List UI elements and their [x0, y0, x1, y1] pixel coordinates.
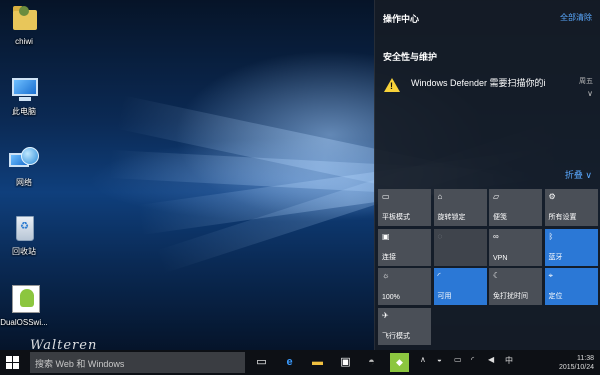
tile-label: VPN [493, 254, 508, 262]
search-placeholder: 搜索 Web 和 Windows [35, 359, 125, 369]
quick-action-tile[interactable]: ∞ VPN [489, 228, 542, 266]
chevron-up-icon[interactable]: ∧ [420, 355, 426, 364]
tile-label: 可用 [437, 293, 452, 300]
quick-action-tile[interactable]: ⚙ 所有设置 [544, 189, 598, 226]
quick-action-tile[interactable]: ⌖ 定位 [544, 268, 598, 305]
tile-label: 定位 [548, 293, 563, 300]
airplane-icon: ✈ [382, 310, 389, 320]
notification-item[interactable]: Windows Defender 需要扫描你的i 周五 ∨ [375, 68, 600, 106]
tile-label: 蓝牙 [548, 253, 563, 261]
taskbar-search-box[interactable]: 搜索 Web 和 Windows [30, 352, 245, 373]
note-icon: ▱ [493, 192, 500, 201]
task-view-icon[interactable]: ▭ [252, 353, 271, 372]
tile-label: 所有设置 [548, 214, 577, 221]
tile-label: 便笺 [493, 214, 507, 221]
vpn-icon: ∞ [493, 231, 499, 241]
action-center-title: 操作中心 [383, 14, 420, 24]
volume-icon[interactable]: ◀ [488, 355, 494, 364]
tile-label: 100% [382, 294, 400, 301]
gear-icon: ⚙ [548, 192, 556, 201]
android-app-icon[interactable]: ◆ [390, 353, 409, 372]
notification-group-title[interactable]: 安全性与维护 [383, 50, 437, 63]
android-icon [7, 285, 41, 315]
quick-action-tile[interactable]: ☼ 100% [378, 268, 431, 305]
bluetooth-icon: ᛒ [548, 231, 554, 241]
taskbar-clock[interactable]: 11:38 2015/10/24 [559, 354, 594, 372]
network-icon [7, 145, 41, 175]
desktop-icon-label: chiwi [15, 37, 33, 46]
desktop-icon-user-folder[interactable]: chiwi [0, 4, 56, 47]
moon-icon: ☾ [493, 271, 501, 280]
chevron-down-icon[interactable]: ∨ [587, 89, 593, 98]
tile-label: 旋转锁定 [437, 214, 466, 221]
tile-label: 免打扰时间 [493, 293, 528, 300]
collapse-button[interactable]: 折叠 ∨ [565, 168, 592, 181]
location-icon: ◌ [437, 231, 443, 241]
tablet-icon: ▭ [382, 192, 390, 201]
desktop-icon-label: 网络 [16, 178, 32, 187]
user-folder-icon [7, 4, 41, 34]
computer-icon [7, 74, 41, 104]
quick-action-tile[interactable]: ▣ 连接 [378, 228, 431, 266]
recycle-bin-icon [7, 214, 41, 244]
network-drive-icon[interactable]: ◓ [362, 353, 381, 372]
connect-icon: ▣ [382, 231, 390, 241]
tile-label: 平板模式 [382, 214, 410, 221]
collapse-label: 折叠 [564, 170, 583, 180]
desktop-icon-label: DualOSSwi... [0, 318, 48, 327]
notification-day: 周五 [579, 78, 593, 85]
desktop-icon-this-pc[interactable]: 此电脑 [0, 74, 56, 117]
tile-label: 飞行模式 [382, 332, 410, 340]
desktop-icon-network[interactable]: 网络 [0, 145, 56, 188]
clock-date: 2015/10/24 [558, 364, 594, 371]
desktop-icon-recycle-bin[interactable]: 回收站 [0, 214, 56, 257]
quick-action-tile[interactable]: ◌ [433, 228, 487, 266]
brightness-icon: ☼ [382, 271, 390, 280]
ime-icon[interactable]: 中 [505, 355, 513, 366]
file-explorer-icon[interactable]: ▬ [308, 353, 327, 372]
rotation-lock-icon: ⌂ [437, 192, 443, 201]
clock-time: 11:38 [577, 355, 594, 362]
wifi-icon: ◜ [437, 271, 441, 280]
notification-text: Windows Defender 需要扫描你的i [411, 78, 546, 88]
quick-action-tile[interactable]: ᛒ 蓝牙 [544, 228, 598, 266]
chevron-down-icon: ∨ [585, 170, 592, 180]
taskbar: 搜索 Web 和 Windows ▭ e ▬ ▣ ◓ ◆ ∧ ◒ ▭ ◜ ◀ 中… [0, 350, 600, 375]
quick-action-tile[interactable]: ✈ 飞行模式 [378, 307, 431, 345]
action-center-panel: 操作中心 全部清除 安全性与维护 Windows Defender 需要扫描你的… [374, 0, 600, 350]
clear-all-link[interactable]: 全部清除 [560, 12, 592, 23]
quick-action-tile[interactable]: ⌂ 旋转锁定 [433, 189, 487, 226]
desktop-icon-label: 此电脑 [12, 107, 36, 116]
battery-icon[interactable]: ▭ [454, 355, 462, 364]
desktop-icon-dualosswitch[interactable]: DualOSSwi... [0, 285, 56, 328]
quick-action-tile[interactable]: ◜ 可用 [433, 268, 487, 305]
desktop-icon-label: 回收站 [12, 247, 36, 256]
edge-icon[interactable]: e [280, 353, 299, 372]
quick-action-tile[interactable]: ▭ 平板模式 [378, 189, 431, 226]
wifi-icon[interactable]: ◜ [471, 355, 474, 364]
quick-action-tile[interactable]: ▱ 便笺 [489, 189, 542, 226]
tile-label: 连接 [382, 253, 396, 261]
start-button[interactable] [6, 356, 19, 369]
store-icon[interactable]: ▣ [336, 353, 355, 372]
warning-icon [384, 78, 400, 92]
quick-action-tile[interactable]: ☾ 免打扰时间 [489, 268, 542, 305]
tray-app-icon[interactable]: ◒ [437, 355, 442, 364]
location-pin-icon: ⌖ [548, 271, 554, 280]
